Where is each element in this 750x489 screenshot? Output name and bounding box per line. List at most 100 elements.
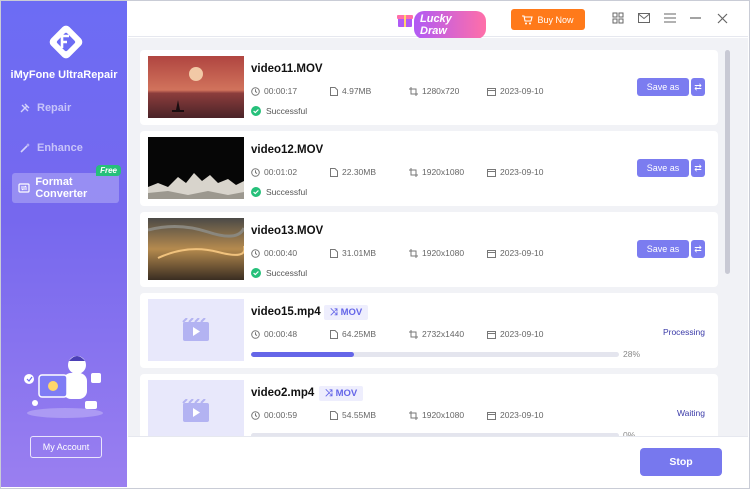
file-icon [330, 410, 338, 420]
resolution: 1920x1080 [409, 410, 464, 420]
progress-fill [251, 352, 355, 357]
check-circle-icon [251, 187, 261, 197]
sidebar: iMyFone UltraRepair Repair Enhance Forma… [1, 1, 127, 487]
resize-icon [409, 167, 418, 177]
calendar-icon [487, 249, 496, 258]
resolution: 1920x1080 [409, 167, 464, 177]
date: 2023-09-10 [487, 410, 543, 420]
file-name: video2.mp4 [251, 387, 315, 399]
duration: 00:01:02 [251, 167, 297, 177]
resize-icon [409, 329, 418, 339]
mail-icon[interactable] [637, 11, 651, 25]
lucky-draw-button[interactable]: Lucky Draw [396, 8, 486, 39]
calendar-icon [487, 330, 496, 339]
clock-icon [251, 167, 260, 177]
file-size: 54.55MB [330, 410, 376, 420]
resolution: 2732x1440 [409, 329, 464, 339]
lucky-draw-label: Lucky Draw [414, 11, 486, 39]
file-name: video12.MOV [251, 144, 324, 156]
file-size: 31.01MB [330, 248, 376, 258]
stop-button[interactable]: Stop [640, 448, 722, 476]
video-thumbnail [148, 56, 244, 118]
duration: 00:00:48 [251, 329, 297, 339]
wand-icon [16, 142, 34, 154]
gift-icon [397, 15, 413, 27]
progress-bar [251, 352, 619, 357]
resolution: 1920x1080 [409, 248, 464, 258]
buy-now-label: Buy Now [537, 14, 574, 25]
status-badge: Processing [662, 327, 705, 337]
date: 2023-09-10 [487, 86, 543, 96]
grid-icon[interactable] [611, 11, 625, 25]
video-thumbnail [148, 137, 244, 199]
save-as-button[interactable]: Save as [637, 159, 689, 177]
list-item: video12.MOV 00:01:02 22.30MB 1920x1080 2… [140, 131, 718, 206]
sidebar-item-label: Repair [37, 102, 72, 114]
file-icon [330, 167, 338, 177]
status-badge: Successful [251, 187, 307, 197]
sidebar-item-format-converter[interactable]: Format Converter Free [12, 165, 121, 203]
duration: 00:00:17 [251, 86, 297, 96]
video-placeholder-icon [182, 318, 209, 341]
sidebar-item-label: Format Converter [35, 176, 88, 200]
list-item: video13.MOV 00:00:40 31.01MB 1920x1080 2… [140, 212, 718, 287]
file-icon [330, 329, 338, 339]
app-logo-icon [49, 25, 83, 59]
duration: 00:00:59 [251, 410, 297, 420]
status-badge: Waiting [676, 408, 705, 418]
cart-icon [522, 14, 534, 24]
check-circle-icon [251, 268, 261, 278]
video-placeholder-icon [182, 399, 209, 422]
save-as-button[interactable]: Save as [637, 78, 689, 96]
check-circle-icon [251, 106, 261, 116]
file-name: video11.MOV [251, 63, 323, 75]
file-size: 22.30MB [330, 167, 376, 177]
date: 2023-09-10 [487, 248, 543, 258]
clock-icon [251, 86, 260, 96]
sidebar-item-repair[interactable]: Repair [12, 93, 119, 123]
list-item: video2.mp4 ⤨ MOV 00:00:59 54.55MB 1920x1… [140, 374, 718, 436]
status-badge: Successful [251, 106, 307, 116]
resolution: 1280x720 [409, 86, 459, 96]
video-thumbnail [148, 218, 244, 280]
swap-icon[interactable]: ⇄ [691, 78, 705, 96]
resize-icon [409, 86, 418, 96]
free-badge: Free [96, 165, 121, 176]
date: 2023-09-10 [487, 329, 543, 339]
target-format-tag[interactable]: ⤨ MOV [324, 305, 369, 320]
swap-icon[interactable]: ⇄ [691, 159, 705, 177]
calendar-icon [487, 168, 496, 177]
sidebar-item-enhance[interactable]: Enhance [12, 133, 119, 163]
date: 2023-09-10 [487, 167, 543, 177]
close-icon[interactable] [715, 11, 729, 25]
shuffle-icon: ⤨ [330, 307, 338, 318]
file-icon [330, 86, 338, 96]
progress-percent: 28% [623, 349, 641, 359]
save-as-button[interactable]: Save as [637, 240, 689, 258]
minimize-icon[interactable] [689, 11, 703, 25]
buy-now-button[interactable]: Buy Now [511, 9, 585, 30]
file-name: video15.mp4 [251, 306, 321, 318]
resize-icon [409, 410, 418, 420]
swap-icon[interactable]: ⇄ [691, 240, 705, 258]
video-thumbnail [148, 299, 244, 361]
file-icon [330, 248, 338, 258]
top-bar: Lucky Draw Buy Now [128, 1, 748, 39]
list-scrollbar[interactable] [725, 50, 730, 274]
list-item: video15.mp4 ⤨ MOV 00:00:48 64.25MB 2732x… [140, 293, 718, 368]
calendar-icon [487, 87, 496, 96]
mascot-illustration-icon [24, 356, 103, 418]
file-size: 4.97MB [330, 86, 371, 96]
sidebar-item-label: Enhance [37, 142, 83, 154]
tools-icon [16, 102, 34, 114]
target-format-tag[interactable]: ⤨ MOV [319, 386, 364, 401]
file-size: 64.25MB [330, 329, 376, 339]
my-account-button[interactable]: My Account [30, 436, 102, 458]
clock-icon [251, 410, 260, 420]
app-name: iMyFone UltraRepair [10, 69, 118, 81]
video-thumbnail [148, 380, 244, 436]
convert-icon [16, 182, 32, 194]
menu-icon[interactable] [663, 11, 677, 25]
duration: 00:00:40 [251, 248, 297, 258]
clock-icon [251, 248, 260, 258]
